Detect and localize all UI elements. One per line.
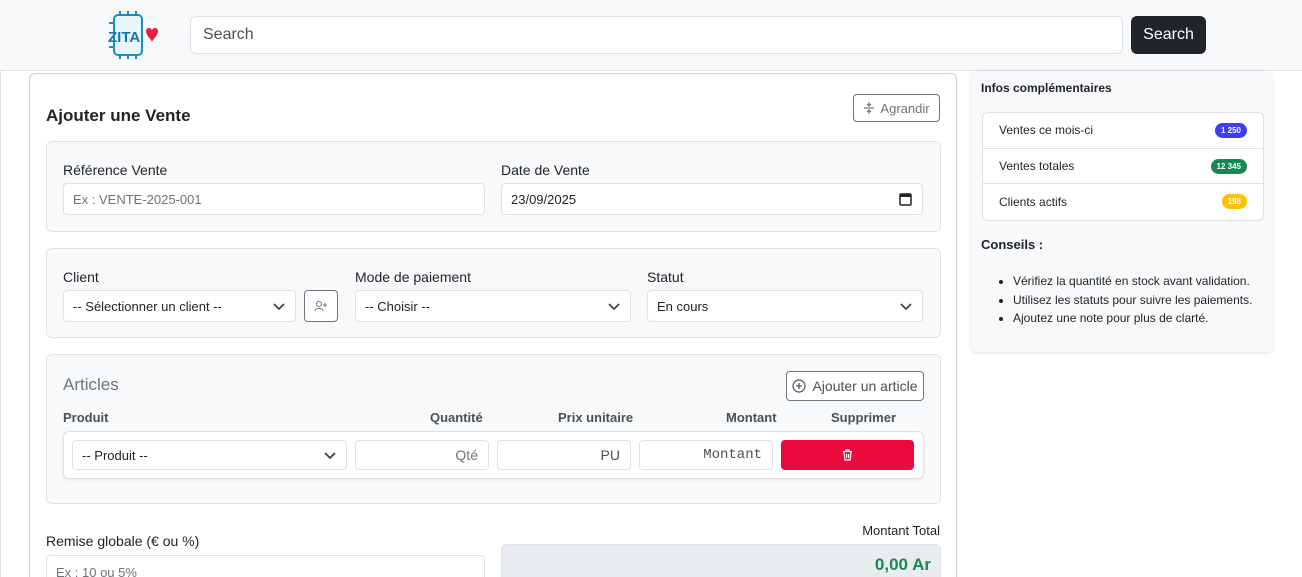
add-article-button[interactable]: Ajouter un article	[786, 371, 924, 401]
stat-badge: 1 250	[1214, 123, 1247, 138]
client-select[interactable]: -- Sélectionner un client --	[63, 290, 296, 322]
discount-label: Remise globale (€ ou %)	[46, 533, 200, 549]
payment-select-value: -- Choisir --	[365, 298, 430, 314]
list-item: Ventes totales 12 345	[983, 149, 1263, 184]
product-select[interactable]: -- Produit --	[72, 440, 347, 470]
articles-section: Articles Ajouter un article Produit Quan…	[46, 354, 941, 504]
list-item: Ventes ce mois-ci 1 250	[983, 113, 1263, 149]
stat-badge: 12 345	[1210, 158, 1247, 174]
sidebar-title: Infos complémentaires	[981, 81, 1112, 95]
reference-label: Référence Vente	[63, 162, 168, 178]
chevron-down-icon	[324, 452, 336, 460]
payment-select[interactable]: -- Choisir --	[355, 290, 631, 322]
stat-badge: 198	[1221, 194, 1247, 209]
product-select-value: -- Produit --	[82, 447, 148, 463]
tips-list: Vérifiez la quantité en stock avant vali…	[1013, 272, 1252, 328]
stats-list: Ventes ce mois-ci 1 250 Ventes totales 1…	[982, 112, 1264, 221]
date-input[interactable]: 23/09/2025	[501, 183, 923, 215]
tip-item: Utilisez les statuts pour suivre les pai…	[1013, 291, 1252, 310]
client-label: Client	[63, 269, 99, 285]
stat-label: Clients actifs	[999, 194, 1068, 209]
page-title: Ajouter une Vente	[46, 106, 191, 125]
payment-label: Mode de paiement	[355, 269, 471, 285]
chevron-down-icon	[900, 303, 912, 311]
stat-label: Ventes ce mois-ci	[999, 123, 1094, 138]
add-article-label: Ajouter un article	[812, 378, 918, 394]
list-item: Clients actifs 198	[983, 184, 1263, 220]
client-select-value: -- Sélectionner un client --	[73, 298, 222, 314]
client-payment-section: Client -- Sélectionner un client -- Mode…	[46, 248, 941, 338]
reference-date-section: Référence Vente Ex : VENTE-2025-001 Date…	[46, 141, 941, 232]
date-value: 23/09/2025	[511, 191, 577, 207]
tip-item: Ajoutez une note pour plus de clarté.	[1013, 309, 1252, 328]
delete-article-button[interactable]	[781, 440, 914, 470]
total-value: 0,00 Ar	[874, 555, 931, 574]
column-header-quantity: Quantité	[430, 410, 483, 425]
status-label: Statut	[647, 269, 684, 285]
zita-logo[interactable]: ZITA	[106, 11, 160, 59]
reference-input[interactable]: Ex : VENTE-2025-001	[63, 183, 485, 215]
quantity-input[interactable]: Qté	[355, 440, 489, 470]
total-label: Montant Total	[862, 523, 940, 538]
articles-title: Articles	[63, 375, 119, 394]
total-box: 0,00 Ar	[501, 544, 941, 577]
stat-label: Ventes totales	[999, 158, 1075, 173]
calendar-icon[interactable]	[899, 192, 912, 206]
tips-title: Conseils :	[981, 237, 1044, 252]
column-header-unit-price: Prix unitaire	[558, 410, 634, 425]
page-left-border	[0, 71, 1, 577]
unit-price-input[interactable]: PU	[497, 440, 631, 470]
column-header-delete: Supprimer	[831, 410, 897, 425]
add-client-button[interactable]	[304, 290, 338, 322]
column-header-product: Produit	[63, 410, 109, 425]
trash-icon	[843, 449, 852, 461]
search-input[interactable]	[190, 16, 1123, 54]
expand-icon	[864, 102, 875, 114]
amount-input[interactable]: Montant	[639, 440, 773, 470]
date-label: Date de Vente	[501, 162, 590, 178]
navbar: ZITA Search	[0, 0, 1302, 71]
info-sidebar: Infos complémentaires Ventes ce mois-ci …	[971, 71, 1273, 352]
status-select[interactable]: En cours	[647, 290, 923, 322]
add-user-icon	[314, 301, 327, 312]
column-header-amount: Montant	[726, 410, 777, 425]
article-row: -- Produit -- Qté PU Montant	[63, 431, 924, 479]
add-sale-card: Ajouter une Vente Agrandir Référence Ven…	[29, 73, 957, 577]
expand-button-label: Agrandir	[880, 100, 930, 116]
svg-text:ZITA: ZITA	[108, 29, 140, 46]
chevron-down-icon	[273, 303, 285, 311]
search-button[interactable]: Search	[1131, 16, 1206, 54]
expand-button[interactable]: Agrandir	[853, 94, 940, 122]
plus-circle-icon	[792, 379, 807, 393]
discount-input[interactable]: Ex : 10 ou 5%	[46, 555, 485, 577]
chevron-down-icon	[608, 303, 620, 311]
tip-item: Vérifiez la quantité en stock avant vali…	[1013, 272, 1252, 291]
status-select-value: En cours	[657, 298, 709, 314]
